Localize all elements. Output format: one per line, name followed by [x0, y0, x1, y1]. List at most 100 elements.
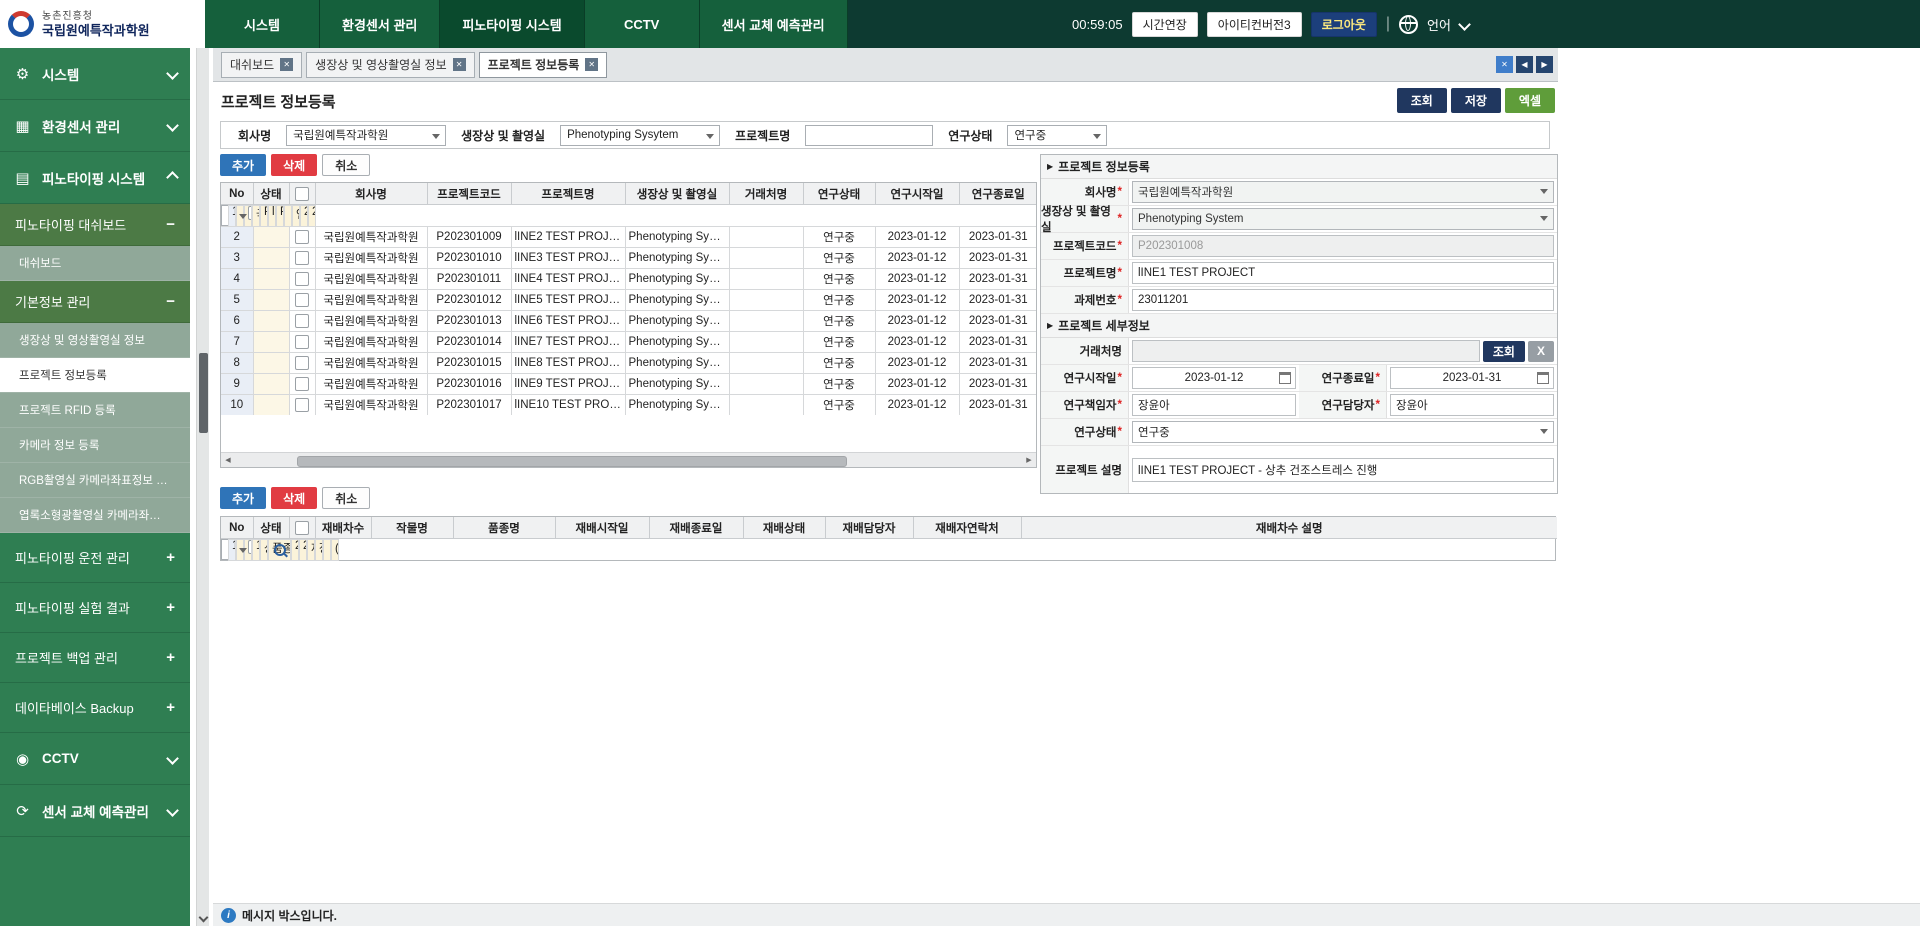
table-row[interactable]: 8국립원예특작과학원P202301015lINE8 TEST PROJECTPh…: [221, 353, 1037, 374]
sidebar-item[interactable]: ▦환경센서 관리: [0, 100, 190, 152]
row-checkbox[interactable]: [295, 314, 309, 328]
sidebar-item[interactable]: 피노타이핑 운전 관리+: [0, 533, 190, 583]
save-button[interactable]: 저장: [1451, 88, 1501, 113]
table-row[interactable]: 11상추품종(상추)2023-01-122023-01-31재배중장윤아(임시)…: [221, 539, 253, 560]
calendar-icon[interactable]: [1279, 372, 1291, 384]
column-header[interactable]: 재배상태: [743, 517, 825, 539]
sidebar-item[interactable]: 데이타베이스 Backup+: [0, 683, 190, 733]
search-button[interactable]: 조회: [1397, 88, 1447, 113]
chamber-filter-select[interactable]: Phenotyping Sysytem: [560, 125, 720, 146]
nav-item-phenotyping[interactable]: 피노타이핑 시스템: [440, 0, 584, 48]
delete-row-button[interactable]: 삭제: [271, 487, 317, 509]
sidebar-item[interactable]: 기본정보 관리−: [0, 281, 190, 323]
column-header[interactable]: 프로젝트명: [511, 183, 625, 205]
column-header[interactable]: [289, 183, 315, 205]
column-header[interactable]: No: [221, 517, 253, 539]
table-row[interactable]: 7국립원예특작과학원P202301014lINE7 TEST PROJECTPh…: [221, 332, 1037, 353]
tab-dashboard[interactable]: 대쉬보드 ✕: [221, 52, 302, 78]
status-filter-select[interactable]: 연구중: [1007, 125, 1107, 146]
excel-button[interactable]: 엑셀: [1505, 88, 1555, 113]
tab-scroll-left-button[interactable]: ◀: [1516, 56, 1533, 73]
add-row-button[interactable]: 추가: [220, 487, 266, 509]
client-clear-button[interactable]: X: [1528, 341, 1554, 362]
chamber-select[interactable]: Phenotyping System: [1132, 208, 1554, 230]
scroll-down-button[interactable]: [197, 911, 210, 926]
nav-item-env-sensor[interactable]: 환경센서 관리: [320, 0, 440, 48]
tab-close-icon[interactable]: ✕: [585, 58, 598, 71]
column-header[interactable]: 재배차수: [315, 517, 371, 539]
scroll-left-button[interactable]: ◀: [221, 454, 235, 467]
row-checkbox[interactable]: [295, 356, 309, 370]
sidebar-item[interactable]: 프로젝트 백업 관리+: [0, 633, 190, 683]
sidebar-item[interactable]: 프로젝트 RFID 등록: [0, 393, 190, 428]
nav-item-system[interactable]: 시스템: [205, 0, 320, 48]
row-checkbox[interactable]: [295, 230, 309, 244]
select-all-checkbox[interactable]: [295, 187, 309, 201]
sidebar-item[interactable]: 엽록소형광촬영실 카메라좌표정보 등록: [0, 498, 190, 533]
end-date-field[interactable]: 2023-01-31: [1390, 367, 1554, 389]
select-all-checkbox[interactable]: [295, 521, 309, 535]
sidebar-item[interactable]: ⟳센서 교체 예측관리: [0, 785, 190, 837]
sidebar-item[interactable]: ▤피노타이핑 시스템: [0, 152, 190, 204]
column-header[interactable]: 거래처명: [729, 183, 803, 205]
logout-button[interactable]: 로그아웃: [1311, 12, 1377, 37]
table-row[interactable]: 10국립원예특작과학원P202301017lINE10 TEST PROJE..…: [221, 395, 1037, 416]
project-name-input[interactable]: [805, 125, 933, 146]
row-checkbox[interactable]: [295, 272, 309, 286]
column-header[interactable]: 생장상 및 촬영실: [625, 183, 729, 205]
chevron-down-icon[interactable]: [1458, 18, 1471, 31]
column-header[interactable]: 연구종료일: [959, 183, 1037, 205]
column-header[interactable]: 재배시작일: [555, 517, 649, 539]
sidebar-item[interactable]: 카메라 정보 등록: [0, 428, 190, 463]
table-row[interactable]: 6국립원예특작과학원P202301013lINE6 TEST PROJECTPh…: [221, 311, 1037, 332]
search-icon[interactable]: [274, 544, 286, 556]
client-search-button[interactable]: 조회: [1483, 341, 1525, 362]
table-row[interactable]: 1국립원예특작과학원P202301008lINE1 TEST PROJECTPh…: [221, 205, 253, 226]
tab-close-icon[interactable]: ✕: [453, 58, 466, 71]
nav-item-cctv[interactable]: CCTV: [585, 0, 700, 48]
column-header[interactable]: 프로젝트코드: [427, 183, 511, 205]
start-date-field[interactable]: 2023-01-12: [1132, 367, 1296, 389]
sidebar-item[interactable]: 대쉬보드: [0, 246, 190, 281]
column-header[interactable]: 회사명: [315, 183, 427, 205]
sidebar-item[interactable]: 피노타이핑 실험 결과+: [0, 583, 190, 633]
row-checkbox[interactable]: [295, 335, 309, 349]
scrollbar-track[interactable]: [235, 454, 1022, 467]
tab-chamber-info[interactable]: 생장상 및 영상촬영실 정보 ✕: [306, 52, 474, 78]
sidebar-item[interactable]: 생장상 및 영상촬영실 정보: [0, 323, 190, 358]
calendar-icon[interactable]: [1537, 372, 1549, 384]
task-number-field[interactable]: 23011201: [1132, 289, 1554, 311]
column-header[interactable]: 연구상태: [803, 183, 875, 205]
description-textarea[interactable]: lINE1 TEST PROJECT - 상추 건조스트레스 진행: [1132, 458, 1554, 482]
horizontal-scrollbar[interactable]: ◀ ▶: [221, 452, 1036, 467]
column-header[interactable]: 재배차수 설명: [1021, 517, 1557, 539]
row-checkbox[interactable]: [295, 377, 309, 391]
sidebar-item[interactable]: ◉CCTV: [0, 733, 190, 785]
row-checkbox[interactable]: [295, 293, 309, 307]
column-header[interactable]: No: [221, 183, 253, 205]
sidebar-item[interactable]: 피노타이핑 대쉬보드−: [0, 204, 190, 246]
row-checkbox[interactable]: [295, 251, 309, 265]
company-select[interactable]: 국립원예특작과학원: [1132, 181, 1554, 203]
sidebar-scrollbar[interactable]: [196, 48, 209, 926]
project-name-field[interactable]: lINE1 TEST PROJECT: [1132, 262, 1554, 284]
close-all-tabs-button[interactable]: ✕: [1496, 56, 1513, 73]
row-checkbox[interactable]: [295, 398, 309, 412]
column-header[interactable]: [289, 517, 315, 539]
table-row[interactable]: 9국립원예특작과학원P202301016lINE9 TEST PROJECTPh…: [221, 374, 1037, 395]
table-row[interactable]: 3국립원예특작과학원P202301010lINE3 TEST PROJECTPh…: [221, 248, 1037, 269]
table-row[interactable]: 4국립원예특작과학원P202301011lINE4 TEST PROJECTPh…: [221, 269, 1037, 290]
column-header[interactable]: 재배종료일: [649, 517, 743, 539]
globe-icon[interactable]: [1399, 15, 1418, 34]
sidebar-item[interactable]: RGB촬영실 카메라좌표정보 등록: [0, 463, 190, 498]
table-row[interactable]: 5국립원예특작과학원P202301012lINE5 TEST PROJECTPh…: [221, 290, 1037, 311]
sidebar-item[interactable]: ⚙시스템: [0, 48, 190, 100]
column-header[interactable]: 연구시작일: [875, 183, 959, 205]
column-header[interactable]: 품종명: [453, 517, 555, 539]
add-row-button[interactable]: 추가: [220, 154, 266, 176]
manager-field[interactable]: 장윤아: [1390, 394, 1554, 416]
language-label[interactable]: 언어: [1427, 15, 1451, 34]
column-header[interactable]: 상태: [253, 517, 289, 539]
tab-scroll-right-button[interactable]: ▶: [1536, 56, 1553, 73]
column-header[interactable]: 작물명: [371, 517, 453, 539]
